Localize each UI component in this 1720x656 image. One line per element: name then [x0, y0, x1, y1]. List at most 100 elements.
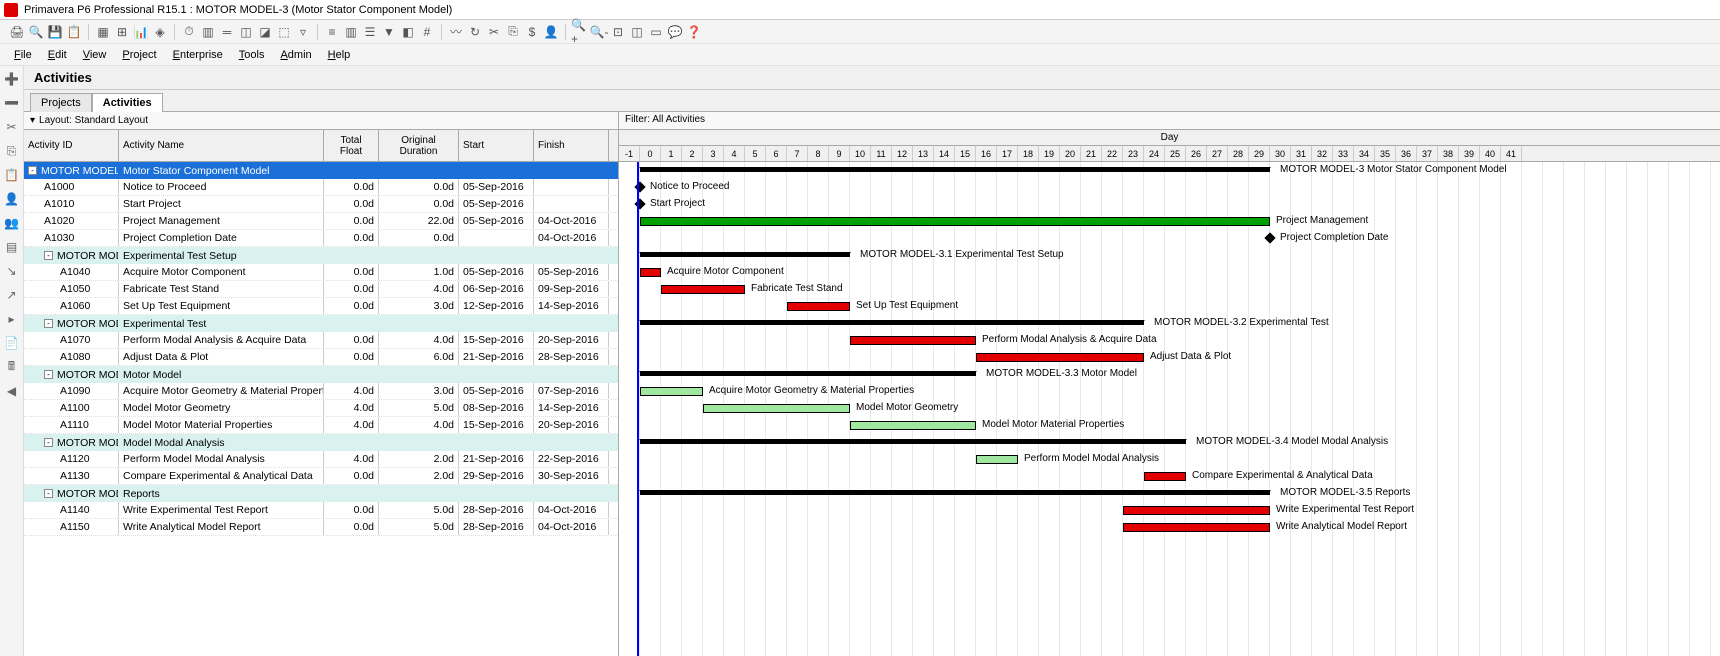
save-icon[interactable]: 💾 — [46, 23, 64, 41]
chart1-icon[interactable]: ◫ — [237, 23, 255, 41]
wbs-row[interactable]: -MOTOR MODEL-3.2Experimental Test — [24, 315, 618, 332]
add-icon[interactable]: ➕ — [3, 70, 21, 88]
resource2-icon[interactable]: 👤 — [3, 190, 21, 208]
collapse-icon[interactable]: - — [44, 370, 53, 379]
activity-row[interactable]: A1050Fabricate Test Stand0.0d4.0d06-Sep-… — [24, 281, 618, 298]
activity-row[interactable]: A1040Acquire Motor Component0.0d1.0d05-S… — [24, 264, 618, 281]
activity-row[interactable]: A1060Set Up Test Equipment0.0d3.0d12-Sep… — [24, 298, 618, 315]
fit-icon[interactable]: ⊡ — [609, 23, 627, 41]
doc-icon[interactable]: 📄 — [3, 334, 21, 352]
copy-icon[interactable]: 📋 — [65, 23, 83, 41]
menu-project[interactable]: Project — [116, 47, 162, 63]
calc-icon[interactable]: 🖩 — [3, 358, 21, 376]
details-icon[interactable]: ▭ — [647, 23, 665, 41]
activity-row[interactable]: A1110Model Motor Material Properties4.0d… — [24, 417, 618, 434]
activity-row[interactable]: A1090Acquire Motor Geometry & Material P… — [24, 383, 618, 400]
menu-edit[interactable]: Edit — [42, 47, 73, 63]
task-bar[interactable] — [976, 353, 1144, 362]
code-icon[interactable]: ▤ — [3, 238, 21, 256]
resource-icon[interactable]: 👤 — [542, 23, 560, 41]
activity-row[interactable]: A1120Perform Model Modal Analysis4.0d2.0… — [24, 451, 618, 468]
col-start[interactable]: Start — [459, 130, 534, 161]
gantt-body[interactable]: MOTOR MODEL-3 Motor Stator Component Mod… — [619, 162, 1720, 656]
tab-activities[interactable]: Activities — [92, 93, 163, 112]
wbs-row[interactable]: -MOTOR MODEL-3Motor Stator Component Mod… — [24, 162, 618, 179]
group-icon[interactable]: ☰ — [361, 23, 379, 41]
summary-bar[interactable] — [640, 490, 1270, 495]
tab-projects[interactable]: Projects — [30, 93, 92, 112]
activity-row[interactable]: A1070Perform Modal Analysis & Acquire Da… — [24, 332, 618, 349]
collapse-icon[interactable]: - — [44, 438, 53, 447]
layout-selector[interactable]: ▾ Layout: Standard Layout — [24, 112, 619, 129]
activity-row[interactable]: A1020Project Management0.0d22.0d05-Sep-2… — [24, 213, 618, 230]
task-bar[interactable] — [640, 268, 661, 277]
filter-label[interactable]: Filter: All Activities — [619, 112, 1720, 129]
grid-body[interactable]: -MOTOR MODEL-3Motor Stator Component Mod… — [24, 162, 618, 656]
filter-icon[interactable]: ▼ — [380, 23, 398, 41]
network-icon[interactable]: ◈ — [151, 23, 169, 41]
activity-row[interactable]: A1080Adjust Data & Plot0.0d6.0d21-Sep-20… — [24, 349, 618, 366]
collapse-icon[interactable]: - — [44, 319, 53, 328]
summary-bar[interactable] — [640, 371, 976, 376]
split-icon[interactable]: ◫ — [628, 23, 646, 41]
wbs-row[interactable]: -MOTOR MODEL-3.1Experimental Test Setup — [24, 247, 618, 264]
comment-icon[interactable]: 💬 — [666, 23, 684, 41]
task-bar[interactable] — [661, 285, 745, 294]
step-icon[interactable]: ▸ — [3, 310, 21, 328]
cut-icon[interactable]: ✂ — [3, 118, 21, 136]
activity-row[interactable]: A1140Write Experimental Test Report0.0d5… — [24, 502, 618, 519]
task-bar[interactable] — [850, 421, 976, 430]
gantt-icon[interactable]: 📊 — [132, 23, 150, 41]
filter-drop-icon[interactable]: ▿ — [294, 23, 312, 41]
menu-admin[interactable]: Admin — [274, 47, 317, 63]
arrow-icon[interactable]: ◀ — [3, 382, 21, 400]
activity-row[interactable]: A1150Write Analytical Model Report0.0d5.… — [24, 519, 618, 536]
task-bar[interactable] — [1144, 472, 1186, 481]
schedule-icon[interactable]: ⏱ — [180, 23, 198, 41]
col-original-duration[interactable]: Original Duration — [379, 130, 459, 161]
activity-row[interactable]: A1010Start Project0.0d0.0d05-Sep-2016 — [24, 196, 618, 213]
col-activity-id[interactable]: Activity ID — [24, 130, 119, 161]
refresh-icon[interactable]: ↻ — [466, 23, 484, 41]
summary-bar[interactable] — [640, 439, 1186, 444]
table-icon[interactable]: ⊞ — [113, 23, 131, 41]
task-bar[interactable] — [1123, 523, 1270, 532]
menu-tools[interactable]: Tools — [233, 47, 271, 63]
copy2-icon[interactable]: ⎘ — [504, 23, 522, 41]
menu-view[interactable]: View — [77, 47, 113, 63]
task-bar[interactable] — [1123, 506, 1270, 515]
paste-icon[interactable]: 📋 — [3, 166, 21, 184]
help-icon[interactable]: ❓ — [685, 23, 703, 41]
chart2-icon[interactable]: ◪ — [256, 23, 274, 41]
wbs-row[interactable]: -MOTOR MODEL-3.5Reports — [24, 485, 618, 502]
col-finish[interactable]: Finish — [534, 130, 609, 161]
wbs-row[interactable]: -MOTOR MODEL-3.3Motor Model — [24, 366, 618, 383]
wbs-row[interactable]: -MOTOR MODEL-3.4Model Modal Analysis — [24, 434, 618, 451]
succ-icon[interactable]: ↗ — [3, 286, 21, 304]
task-bar[interactable] — [787, 302, 850, 311]
scissors-icon[interactable]: ✂ — [485, 23, 503, 41]
preview-icon[interactable]: 🔍 — [27, 23, 45, 41]
summary-bar[interactable] — [640, 320, 1144, 325]
role-icon[interactable]: 👥 — [3, 214, 21, 232]
print-icon[interactable]: 🖨 — [8, 23, 26, 41]
summary-bar[interactable] — [640, 252, 850, 257]
col-activity-name[interactable]: Activity Name — [119, 130, 324, 161]
dollar-icon[interactable]: $ — [523, 23, 541, 41]
activity-row[interactable]: A1130Compare Experimental & Analytical D… — [24, 468, 618, 485]
bars-icon[interactable]: ═ — [218, 23, 236, 41]
activity-row[interactable]: A1000Notice to Proceed0.0d0.0d05-Sep-201… — [24, 179, 618, 196]
pred-icon[interactable]: ↘ — [3, 262, 21, 280]
task-bar[interactable] — [640, 387, 703, 396]
task-bar[interactable] — [640, 217, 1270, 226]
hash-icon[interactable]: # — [418, 23, 436, 41]
menu-file[interactable]: File — [8, 47, 38, 63]
timescale-icon[interactable]: ◧ — [399, 23, 417, 41]
curve-icon[interactable]: 〰 — [447, 23, 465, 41]
activity-row[interactable]: A1100Model Motor Geometry4.0d5.0d08-Sep-… — [24, 400, 618, 417]
task-bar[interactable] — [850, 336, 976, 345]
activity-row[interactable]: A1030Project Completion Date0.0d0.0d04-O… — [24, 230, 618, 247]
milestone-marker[interactable] — [1264, 232, 1275, 243]
delete-icon[interactable]: ➖ — [3, 94, 21, 112]
summary-bar[interactable] — [640, 167, 1270, 172]
